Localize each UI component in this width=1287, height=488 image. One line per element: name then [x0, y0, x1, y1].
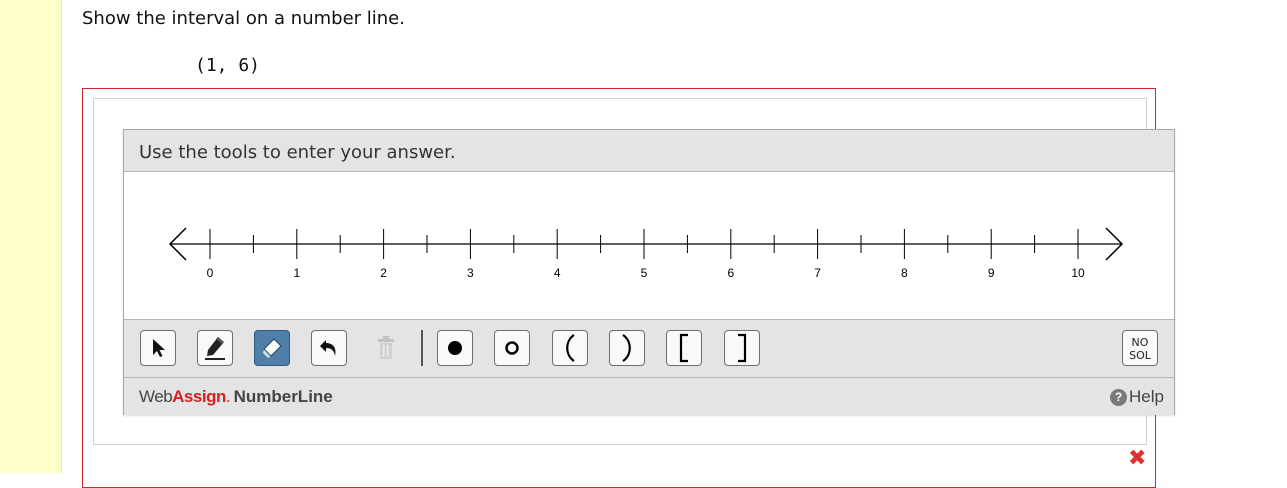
left-bracket-icon [679, 333, 688, 363]
numberline-canvas[interactable]: 0 1 2 3 4 5 6 7 8 9 10 [124, 172, 1174, 319]
tick-label: 3 [467, 266, 474, 280]
webassign-numberline-logo: WebAssign. NumberLine [139, 387, 333, 407]
tick-label: 1 [293, 266, 300, 280]
tick-label: 9 [988, 266, 995, 280]
tick-label: 6 [727, 266, 734, 280]
closed-point-button[interactable] [437, 330, 473, 366]
brand-web: Web [139, 387, 173, 406]
interval-expression: (1, 6) [195, 55, 261, 76]
select-tool-button[interactable] [140, 330, 176, 366]
brand-assign: Assign [172, 387, 226, 406]
left-bracket-button[interactable] [666, 330, 702, 366]
left-parenthesis-button[interactable] [552, 330, 588, 366]
question-prompt: Show the interval on a number line. [82, 8, 405, 29]
right-parenthesis-icon [622, 334, 631, 362]
open-dot-icon [505, 341, 519, 355]
tool-instructions: Use the tools to enter your answer. [124, 130, 1174, 172]
help-label: Help [1129, 387, 1164, 406]
tick-label: 5 [641, 266, 648, 280]
trash-icon [378, 336, 394, 359]
tick-label: 2 [380, 266, 387, 280]
left-margin-bar [0, 0, 62, 473]
tick-label: 10 [1071, 266, 1085, 280]
pencil-icon [205, 337, 225, 360]
toolbar-separator [421, 330, 423, 366]
right-bracket-button[interactable] [724, 330, 760, 366]
draw-tool-button[interactable] [197, 330, 233, 366]
no-solution-line2: SOL [1129, 349, 1151, 362]
undo-button[interactable] [311, 330, 347, 366]
right-parenthesis-button[interactable] [609, 330, 645, 366]
tool-footer: WebAssign. NumberLine ? Help [124, 378, 1174, 415]
help-link[interactable]: ? Help [1110, 387, 1164, 407]
brand-product: NumberLine [233, 387, 333, 406]
no-solution-button[interactable]: NO SOL [1122, 330, 1158, 366]
eraser-icon [263, 338, 282, 358]
tick-label: 8 [901, 266, 908, 280]
eraser-tool-button[interactable] [254, 330, 290, 366]
delete-button[interactable] [368, 330, 404, 366]
left-parenthesis-icon [566, 334, 575, 362]
open-point-button[interactable] [494, 330, 530, 366]
arrow-cursor-icon [153, 339, 165, 357]
tick-label: 0 [207, 266, 214, 280]
numberline-tool: Use the tools to enter your answer. 0 1 2 3… [123, 129, 1175, 415]
tick-label: 7 [814, 266, 821, 280]
filled-dot-icon [448, 341, 462, 355]
number-line[interactable]: 0 1 2 3 4 5 6 7 8 9 10 [124, 172, 1174, 319]
incorrect-x-icon: ✖ [1128, 446, 1147, 471]
brand-dot: . [225, 387, 231, 406]
toolbar: NO SOL [124, 319, 1174, 378]
no-solution-line1: NO [1131, 336, 1149, 349]
help-icon: ? [1110, 388, 1128, 406]
right-bracket-icon [738, 333, 747, 363]
tick-label: 4 [554, 266, 561, 280]
undo-icon [320, 340, 336, 356]
